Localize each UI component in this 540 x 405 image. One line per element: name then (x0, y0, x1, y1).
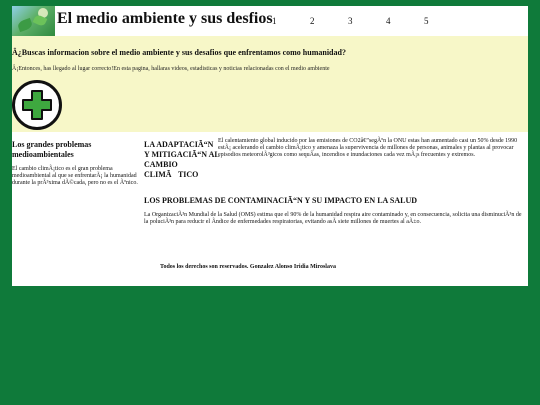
footer-copyright: Todos los derechos son reservados. Gonza… (160, 264, 336, 270)
nav-link-4[interactable]: 4 (386, 16, 391, 26)
section-text-pollution: La OrganizaciÃ³n Mundial de la Salud (OM… (144, 212, 522, 225)
header-bar: El medio ambiente y sus desfios 1 2 3 4 … (12, 6, 528, 36)
sidebar-text: El cambio climÃ¡tico es el gran problema… (12, 166, 138, 186)
intro-heading: Â¿Buscas informacion sobre el medio ambi… (12, 48, 346, 57)
nav-link-5[interactable]: 5 (424, 16, 429, 26)
nav-link-3[interactable]: 3 (348, 16, 353, 26)
leaf-shape (16, 17, 34, 33)
site-title: El medio ambiente y sus desfios (57, 10, 273, 27)
intro-section: Â¿Buscas informacion sobre el medio ambi… (12, 36, 528, 132)
section-title-pollution: LOS PROBLEMAS DE CONTAMINACIÃ“N Y SU IMP… (144, 196, 417, 205)
nav-link-1[interactable]: 1 (272, 16, 277, 26)
content-panel: Los grandes problemas medioambientales E… (12, 132, 528, 286)
nature-leaves-image (12, 6, 55, 36)
section-title-adaptation: LA ADAPTACIÃ“N Y MITIGACIÃ“N AL CAMBIO C… (144, 140, 220, 179)
section-text-adaptation: El calentamiento global inducido por las… (218, 138, 518, 158)
intro-text: Â¡Entonces, has llegado al lugar correct… (12, 66, 330, 72)
sidebar-title: Los grandes problemas medioambientales (12, 140, 92, 159)
nav-link-2[interactable]: 2 (310, 16, 315, 26)
add-button[interactable] (12, 80, 62, 130)
plus-icon (22, 90, 52, 120)
